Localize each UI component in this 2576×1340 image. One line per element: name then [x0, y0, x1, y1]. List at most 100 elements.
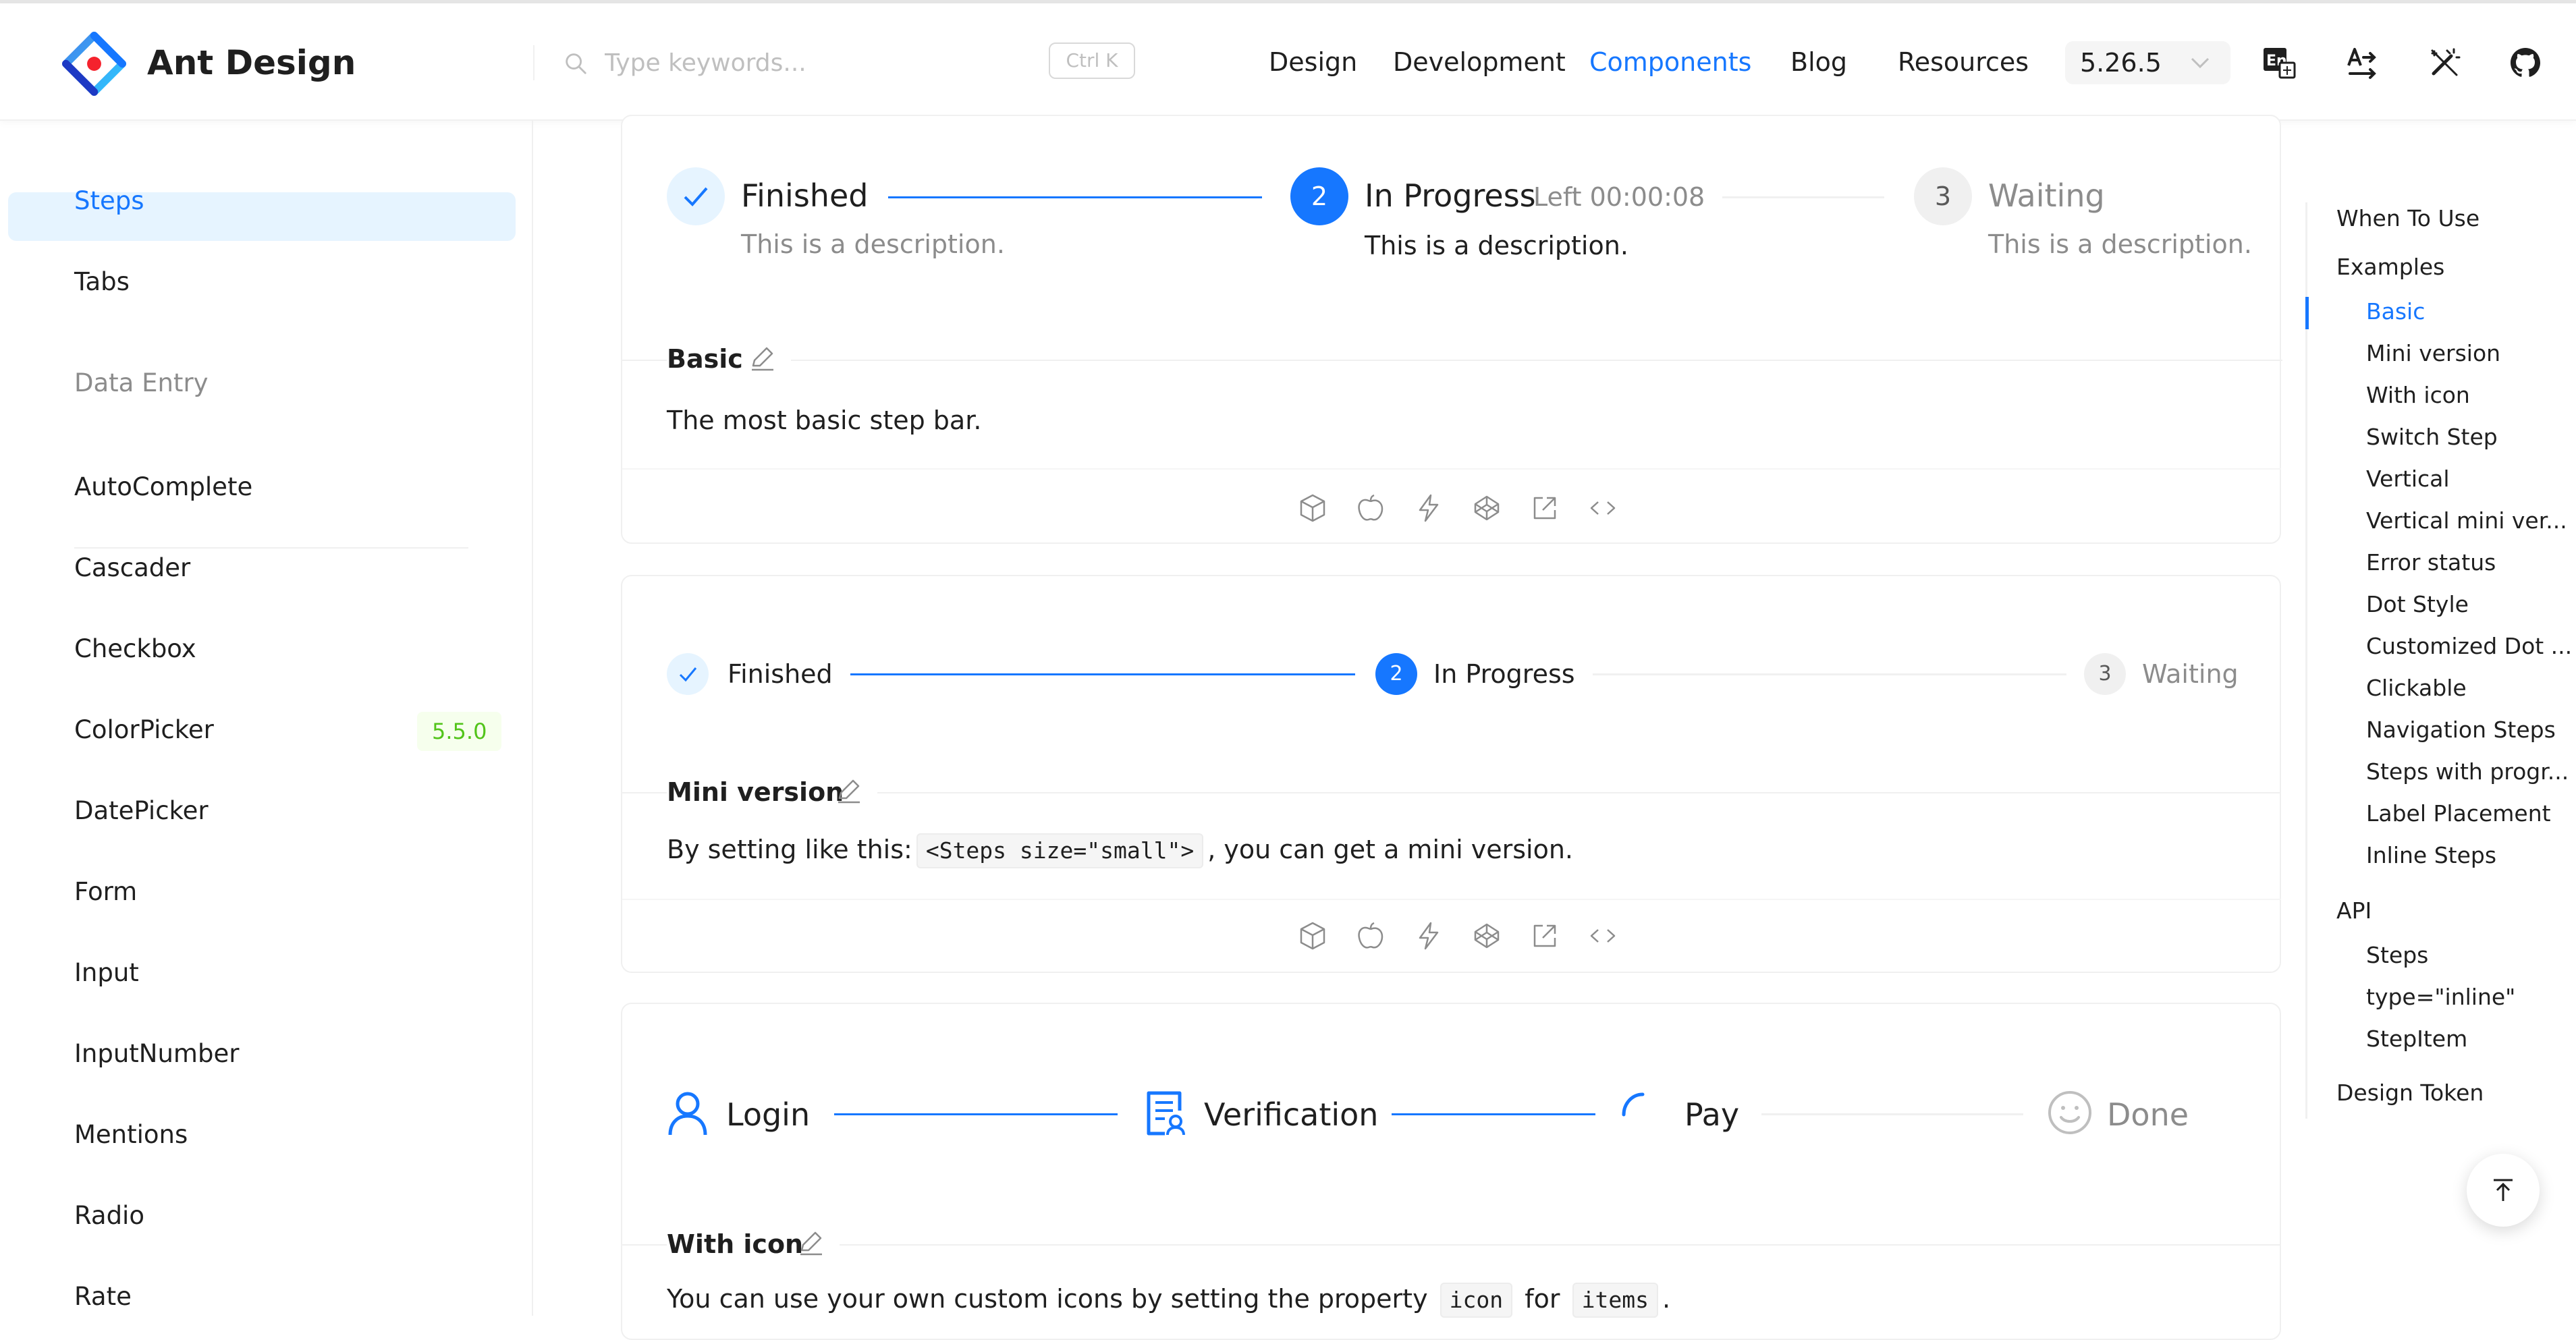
sidebar-item-mentions[interactable]: Mentions [74, 1118, 188, 1152]
step-title: Waiting [1988, 177, 2105, 214]
anchor-examples[interactable]: Examples [2336, 252, 2444, 282]
step-wait-circle: 3 [1914, 167, 1972, 225]
step-connector [834, 1113, 1118, 1115]
step-title: Done [2107, 1096, 2189, 1133]
step-subtitle: Left 00:00:08 [1533, 182, 1705, 212]
code-icon[interactable] [1587, 920, 1618, 951]
step-connector [1593, 673, 2066, 675]
sidebar-group-data-entry: Data Entry [74, 368, 209, 397]
codepen-icon[interactable] [1355, 493, 1386, 524]
desc-text: You can use your own custom icons by set… [667, 1284, 1428, 1314]
anchor-basic[interactable]: Basic [2366, 297, 2425, 327]
direction-switch-icon[interactable] [2345, 45, 2380, 80]
language-switch-icon[interactable]: En [2262, 45, 2297, 80]
anchor-error-status[interactable]: Error status [2366, 548, 2496, 578]
step-connector [1392, 1113, 1595, 1115]
sidebar-item-datepicker[interactable]: DatePicker [74, 794, 209, 828]
step-title: In Progress [1365, 177, 1536, 214]
anchor-active-indicator [2305, 297, 2309, 329]
stackblitz-icon[interactable] [1413, 920, 1444, 951]
sidebar-item-cascader[interactable]: Cascader [74, 551, 190, 585]
anchor-vertical-mini[interactable]: Vertical mini ver... [2366, 506, 2567, 536]
demo-description: You can use your own custom icons by set… [667, 1282, 1670, 1318]
sidebar-item-input[interactable]: Input [74, 956, 139, 990]
anchor-label-placement[interactable]: Label Placement [2366, 799, 2551, 829]
demo-actions-divider [622, 899, 2281, 900]
anchor-api-steps[interactable]: Steps [2366, 941, 2428, 970]
codepen-icon[interactable] [1355, 920, 1386, 951]
codesandbox-icon[interactable] [1297, 493, 1328, 524]
ant-design-logo-icon[interactable] [62, 32, 126, 96]
anchor-when-to-use[interactable]: When To Use [2336, 204, 2479, 233]
sidebar-item-steps[interactable]: Steps [74, 184, 144, 218]
search-shortcut-hint: Ctrl K [1049, 43, 1135, 79]
anchor-api-type-inline[interactable]: type="inline" [2366, 982, 2515, 1012]
anchor-api-stepitem[interactable]: StepItem [2366, 1024, 2467, 1054]
nav-design[interactable]: Design [1269, 45, 1357, 79]
sidebar-item-inputnumber[interactable]: InputNumber [74, 1037, 239, 1071]
sidebar-item-rate[interactable]: Rate [74, 1280, 132, 1314]
sidebar-item-radio[interactable]: Radio [74, 1199, 144, 1233]
anchor-clickable[interactable]: Clickable [2366, 673, 2467, 703]
step-title: Finished [741, 177, 869, 214]
demo-divider [791, 360, 2282, 361]
demo-divider [877, 792, 2281, 793]
sidebar-item-tabs[interactable]: Tabs [74, 265, 130, 299]
anchor-api[interactable]: API [2336, 896, 2372, 926]
check-icon [684, 187, 708, 206]
codepen-cube-icon[interactable] [1471, 493, 1502, 524]
stackblitz-icon[interactable] [1413, 493, 1444, 524]
smile-icon [2048, 1091, 2091, 1134]
edit-icon[interactable] [834, 777, 862, 805]
back-to-top-button[interactable] [2467, 1154, 2540, 1227]
step-title: Finished [728, 659, 833, 689]
nav-resources[interactable]: Resources [1898, 45, 2029, 79]
codesandbox-icon[interactable] [1297, 920, 1328, 951]
anchor-switch-step[interactable]: Switch Step [2366, 422, 2498, 452]
anchor-inline-steps[interactable]: Inline Steps [2366, 841, 2496, 870]
anchor-design-token[interactable]: Design Token [2336, 1078, 2484, 1108]
demo-card-basic: Finished This is a description. 2 In Pro… [621, 115, 2282, 544]
version-select[interactable]: 5.26.5 [2065, 41, 2230, 84]
anchor-mini-version[interactable]: Mini version [2366, 339, 2500, 368]
brand-name[interactable]: Ant Design [147, 43, 356, 83]
external-link-icon[interactable] [1529, 493, 1560, 524]
anchor-dot-style[interactable]: Dot Style [2366, 590, 2469, 619]
search-input[interactable] [605, 43, 1023, 83]
code-snippet: <Steps size="small"> [916, 833, 1204, 868]
loading-icon [1622, 1092, 1645, 1117]
solution-icon [1147, 1091, 1185, 1136]
code-snippet: items [1572, 1283, 1658, 1318]
desc-text: . [1662, 1284, 1671, 1314]
edit-icon[interactable] [796, 1229, 825, 1257]
nav-components[interactable]: Components [1589, 45, 1751, 79]
desc-text: By setting like this: [667, 835, 912, 864]
anchor-navigation-steps[interactable]: Navigation Steps [2366, 715, 2556, 745]
codepen-cube-icon[interactable] [1471, 920, 1502, 951]
sidebar-group-divider [74, 547, 468, 549]
step-connector [850, 673, 1355, 675]
sidebar-item-autocomplete[interactable]: AutoComplete [74, 470, 252, 504]
edit-icon[interactable] [748, 344, 776, 372]
code-icon[interactable] [1587, 493, 1618, 524]
github-icon[interactable] [2508, 45, 2543, 80]
step-title: Pay [1684, 1096, 1740, 1133]
demo-divider [840, 1244, 2281, 1246]
nav-development[interactable]: Development [1393, 45, 1566, 79]
sidebar-border [532, 121, 533, 1316]
user-icon [668, 1092, 707, 1136]
demo-title: With icon [667, 1229, 804, 1259]
anchor-steps-with-progress[interactable]: Steps with progr... [2366, 757, 2569, 787]
sidebar-item-checkbox[interactable]: Checkbox [74, 632, 196, 666]
anchor-with-icon[interactable]: With icon [2366, 381, 2470, 410]
sidebar-item-form[interactable]: Form [74, 875, 137, 909]
step-connector [1761, 1113, 2023, 1115]
nav-blog[interactable]: Blog [1790, 45, 1847, 79]
anchor-customized-dot[interactable]: Customized Dot ... [2366, 632, 2572, 661]
vertical-align-top-icon [2494, 1179, 2513, 1201]
step-process-circle: 2 [1375, 653, 1417, 695]
anchor-vertical[interactable]: Vertical [2366, 464, 2450, 494]
external-link-icon[interactable] [1529, 920, 1560, 951]
sidebar-item-colorpicker[interactable]: ColorPicker [74, 713, 214, 747]
theme-icon[interactable] [2427, 45, 2462, 80]
